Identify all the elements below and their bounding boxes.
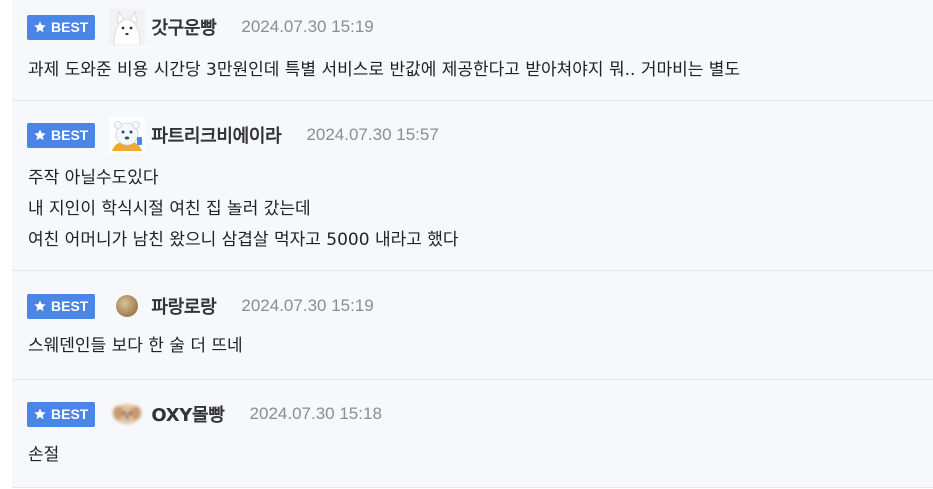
comment-date: 2024.07.30 15:57 <box>306 125 439 144</box>
comment-line: 스웨덴인들 보다 한 술 더 뜨네 <box>28 336 243 356</box>
best-badge-label: BEST <box>51 406 89 422</box>
comment-item: BEST 파트리크비에이라 2024.07.30 15:57 주작 아닐수도있다… <box>12 101 933 271</box>
nickname[interactable]: 파트리크비에이라 <box>151 122 281 148</box>
comment-item: BEST 갓구운빵 2024.07.30 15:19 과제 도와준 비용 시간당… <box>12 0 933 101</box>
comment-list: BEST 갓구운빵 2024.07.30 15:19 과제 도와준 비용 시간당… <box>12 0 933 488</box>
best-badge-label: BEST <box>51 298 89 314</box>
comment-line: 여친 어머니가 남친 왔으니 삼겹살 먹자고 5000 내라고 했다 <box>28 230 459 250</box>
star-icon <box>34 408 46 420</box>
best-badge-label: BEST <box>51 19 89 35</box>
blurred-dog-avatar[interactable] <box>109 396 145 432</box>
nickname[interactable]: OXY몰빵 <box>151 401 225 427</box>
star-icon <box>34 21 46 33</box>
comment-date: 2024.07.30 15:19 <box>241 296 374 315</box>
comment-date: 2024.07.30 15:19 <box>241 17 374 36</box>
comment-meta: BEST OXY몰빵 2024.07.30 15:18 <box>27 394 382 434</box>
comment-line: 과제 도와준 비용 시간당 3만원인데 특별 서비스로 반값에 제공한다고 받아… <box>28 60 741 80</box>
comment-meta: BEST 파랑로랑 2024.07.30 15:19 <box>27 286 374 326</box>
star-icon <box>34 300 46 312</box>
comment-line: 주작 아닐수도있다 <box>28 168 159 188</box>
comment-line: 내 지인이 학식시절 여친 집 놀러 갔는데 <box>28 199 311 219</box>
comment-body: 스웨덴인들 보다 한 술 더 뜨네 <box>28 331 243 362</box>
comment-meta: BEST 파트리크비에이라 2024.07.30 15:57 <box>27 115 439 155</box>
best-badge-label: BEST <box>51 127 89 143</box>
best-badge: BEST <box>27 122 96 148</box>
comment-item: BEST OXY몰빵 2024.07.30 15:18 손절 <box>12 380 933 488</box>
best-badge: BEST <box>27 293 96 319</box>
comment-meta: BEST 갓구운빵 2024.07.30 15:19 <box>27 7 374 47</box>
nickname[interactable]: 파랑로랑 <box>151 293 216 319</box>
best-badge: BEST <box>27 401 96 427</box>
best-badge: BEST <box>27 14 96 40</box>
comment-line: 손절 <box>28 445 60 465</box>
comment-item: BEST 파랑로랑 2024.07.30 15:19 스웨덴인들 보다 한 술 … <box>12 271 933 380</box>
comment-body: 주작 아닐수도있다 내 지인이 학식시절 여친 집 놀러 갔는데 여친 어머니가… <box>28 163 459 256</box>
brown-ball-avatar[interactable] <box>109 288 145 324</box>
polar-bear-avatar[interactable] <box>109 117 146 153</box>
nickname[interactable]: 갓구운빵 <box>151 14 216 40</box>
comment-body: 손절 <box>28 440 59 471</box>
comment-date: 2024.07.30 15:18 <box>249 404 382 423</box>
comment-body: 과제 도와준 비용 시간당 3만원인데 특별 서비스로 반값에 제공한다고 받아… <box>28 55 740 86</box>
star-icon <box>34 129 46 141</box>
white-fox-avatar[interactable] <box>109 9 146 45</box>
